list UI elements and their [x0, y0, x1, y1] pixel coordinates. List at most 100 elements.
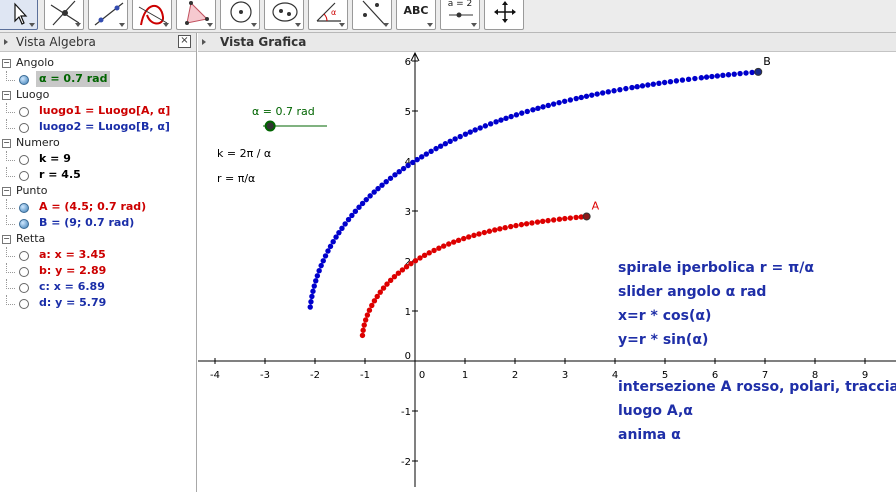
- algebra-item[interactable]: B = (9; 0.7 rad): [0, 215, 196, 231]
- algebra-item[interactable]: c: x = 6.89: [0, 279, 196, 295]
- collapse-icon[interactable]: −: [2, 235, 11, 244]
- move-view-tool-button[interactable]: [484, 0, 524, 30]
- algebra-item[interactable]: A = (4.5; 0.7 rad): [0, 199, 196, 215]
- locus1-point: [451, 239, 457, 245]
- locus1-point: [455, 237, 462, 244]
- locus2-point: [345, 216, 352, 223]
- locus2-point: [617, 86, 623, 93]
- locus1-point: [497, 226, 503, 232]
- tree-connector: [6, 215, 15, 225]
- locus1-point: [476, 231, 482, 237]
- algebra-item[interactable]: d: y = 5.79: [0, 295, 196, 311]
- locus1-point: [556, 216, 563, 222]
- algebra-category[interactable]: − Luogo: [0, 87, 196, 103]
- point-a[interactable]: [582, 212, 591, 221]
- collapse-icon[interactable]: −: [2, 187, 11, 196]
- alpha-slider-handle[interactable]: [264, 120, 276, 132]
- algebra-category[interactable]: − Punto: [0, 183, 196, 199]
- visibility-toggle-icon[interactable]: [19, 123, 29, 133]
- locus-tool-button[interactable]: [132, 0, 172, 30]
- algebra-item-text: A = (4.5; 0.7 rad): [39, 200, 147, 213]
- locus2-point: [428, 148, 434, 155]
- x-tick-label: -4: [210, 370, 220, 381]
- locus2-point: [749, 69, 755, 76]
- locus1-point: [573, 214, 579, 221]
- algebra-item[interactable]: luogo2 = Luogo[B, α]: [0, 119, 196, 135]
- polygon-tool-button[interactable]: [176, 0, 216, 30]
- algebra-item[interactable]: k = 9: [0, 151, 196, 167]
- visibility-toggle-icon[interactable]: [19, 107, 29, 117]
- angle-tool-button[interactable]: α: [308, 0, 348, 30]
- algebra-item[interactable]: luogo1 = Luogo[A, α]: [0, 103, 196, 119]
- visibility-toggle-icon[interactable]: [19, 75, 29, 85]
- algebra-item[interactable]: α = 0.7 rad: [0, 71, 196, 87]
- locus1-point: [441, 243, 447, 249]
- svg-text:α: α: [331, 8, 336, 17]
- graphics-canvas[interactable]: -4 -3 -2 -1 0 1 2 3 4 5 6 7 8 9-2-10123456α = 0.7 rad…: [198, 52, 896, 492]
- visibility-toggle-icon[interactable]: [19, 251, 29, 261]
- visibility-toggle-icon[interactable]: [19, 283, 29, 293]
- line-tool-button[interactable]: [88, 0, 128, 30]
- reflect-tool-button[interactable]: [352, 0, 392, 30]
- close-icon[interactable]: ×: [178, 35, 191, 48]
- locus2-point: [310, 288, 316, 294]
- collapse-icon[interactable]: −: [2, 59, 11, 68]
- algebra-category[interactable]: − Angolo: [0, 55, 196, 71]
- locus2-point: [322, 253, 329, 259]
- visibility-toggle-icon[interactable]: [19, 203, 29, 213]
- locus2-point: [333, 234, 339, 240]
- note-text: spirale iperbolica r = π/α: [618, 260, 814, 276]
- locus2-point: [656, 80, 662, 87]
- algebra-category[interactable]: − Retta: [0, 231, 196, 247]
- collapse-icon[interactable]: −: [2, 91, 11, 100]
- slider-tool-button[interactable]: a = 2: [440, 0, 480, 30]
- locus1-point: [361, 322, 367, 328]
- locus2-point: [342, 221, 348, 227]
- ellipse-tool-button[interactable]: [264, 0, 304, 30]
- locus1-point: [359, 332, 366, 339]
- locus2-point: [583, 93, 590, 99]
- visibility-toggle-icon[interactable]: [19, 267, 29, 277]
- panel-arrow-icon[interactable]: [4, 39, 8, 45]
- panel-arrow-icon[interactable]: [202, 39, 206, 45]
- locus2-point: [634, 84, 640, 90]
- point-tool-button[interactable]: [44, 0, 84, 30]
- visibility-toggle-icon[interactable]: [19, 299, 29, 309]
- locus1-point: [364, 312, 371, 318]
- circle-tool-button[interactable]: [220, 0, 260, 30]
- locus1-point: [486, 228, 493, 234]
- locus2-point: [524, 108, 530, 115]
- locus2-point: [462, 131, 469, 137]
- tree-connector: [6, 295, 15, 305]
- locus2-point: [667, 78, 674, 85]
- locus2-point: [313, 278, 319, 284]
- locus2-point: [611, 88, 617, 94]
- locus2-point: [352, 208, 359, 215]
- collapse-icon[interactable]: −: [2, 139, 11, 148]
- locus1-point: [492, 227, 498, 233]
- algebra-item[interactable]: a: x = 3.45: [0, 247, 196, 263]
- visibility-toggle-icon[interactable]: [19, 171, 29, 181]
- algebra-tree: − Angolo α = 0.7 rad − Luogo luogo1 = Luogo[A…: [0, 52, 196, 311]
- text-tool-button[interactable]: ABC: [396, 0, 436, 30]
- algebra-item-text: c: x = 6.89: [39, 280, 105, 293]
- algebra-item[interactable]: r = 4.5: [0, 167, 196, 183]
- algebra-item[interactable]: b: y = 2.89: [0, 263, 196, 279]
- tree-connector: [6, 279, 15, 289]
- move-arrows-icon: [494, 1, 516, 23]
- locus1-point: [540, 218, 546, 225]
- algebra-category-label: Angolo: [16, 56, 54, 69]
- locus1-point: [408, 260, 414, 267]
- visibility-toggle-icon[interactable]: [19, 155, 29, 165]
- algebra-category[interactable]: − Numero: [0, 135, 196, 151]
- point-b[interactable]: [754, 67, 763, 76]
- locus2-point: [561, 98, 568, 104]
- alpha-slider-label: α = 0.7 rad: [252, 105, 315, 118]
- locus1-point: [446, 241, 452, 247]
- y-tick-label: -2: [401, 457, 411, 468]
- locus2-point: [487, 121, 494, 127]
- move-tool-button[interactable]: [0, 0, 38, 30]
- visibility-toggle-icon[interactable]: [19, 219, 29, 229]
- algebra-item-text: α = 0.7 rad: [36, 71, 111, 87]
- locus1-point: [471, 232, 477, 239]
